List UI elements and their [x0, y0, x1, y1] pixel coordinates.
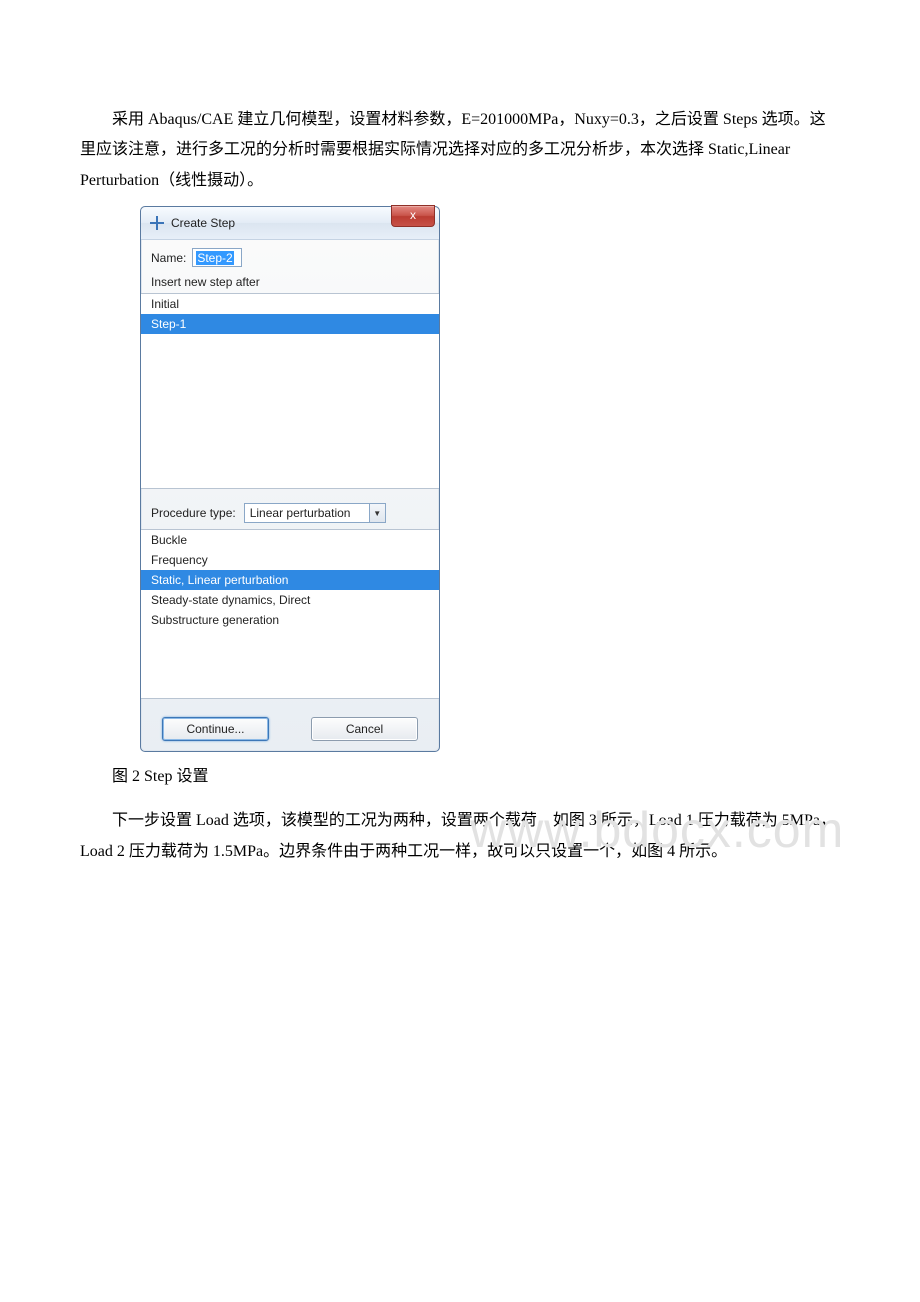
document-page: 采用 Abaqus/CAE 建立几何模型，设置材料参数，E=201000MPa，…	[0, 0, 920, 917]
paragraph-1: 采用 Abaqus/CAE 建立几何模型，设置材料参数，E=201000MPa，…	[80, 105, 840, 196]
chevron-down-icon: ▼	[369, 504, 385, 522]
figure-2-caption: 图 2 Step 设置	[80, 762, 840, 786]
list-item[interactable]: Substructure generation	[141, 610, 439, 630]
list-item[interactable]: Steady-state dynamics, Direct	[141, 590, 439, 610]
list-item[interactable]: Frequency	[141, 550, 439, 570]
dialog-body: Name: Step-2 Insert new step after Initi…	[141, 240, 439, 709]
procedure-type-combobox[interactable]: Linear perturbation ▼	[244, 503, 386, 523]
dialog-title: Create Step	[171, 216, 235, 230]
dialog-button-row: Continue... Cancel	[141, 709, 439, 751]
create-step-dialog: Create Step x Name: Step-2 Insert new st…	[140, 206, 440, 752]
close-icon: x	[410, 208, 416, 222]
procedure-type-label: Procedure type:	[151, 506, 236, 520]
name-row: Name: Step-2	[151, 248, 429, 267]
close-button[interactable]: x	[391, 205, 435, 227]
procedure-type-value: Linear perturbation	[245, 506, 369, 520]
list-item[interactable]: Buckle	[141, 530, 439, 550]
list-item[interactable]: Static, Linear perturbation	[141, 570, 439, 590]
paragraph-2: 下一步设置 Load 选项，该模型的工况为两种，设置两个载荷，如图 3 所示，L…	[80, 806, 840, 867]
procedure-listbox[interactable]: Buckle Frequency Static, Linear perturba…	[141, 529, 439, 699]
step-dialog-icon	[149, 215, 165, 231]
procedure-row: Procedure type: Linear perturbation ▼	[151, 495, 429, 529]
name-input[interactable]: Step-2	[192, 248, 242, 267]
list-item[interactable]: Initial	[141, 294, 439, 314]
insert-after-label: Insert new step after	[151, 275, 429, 289]
cancel-button[interactable]: Cancel	[311, 717, 418, 741]
list-item[interactable]: Step-1	[141, 314, 439, 334]
name-label: Name:	[151, 251, 186, 265]
name-input-value: Step-2	[196, 251, 233, 265]
steps-listbox[interactable]: Initial Step-1	[141, 293, 439, 489]
continue-button[interactable]: Continue...	[162, 717, 269, 741]
dialog-titlebar: Create Step x	[141, 207, 439, 240]
figure-2: www.bdocx.com Create Step x Name:	[140, 206, 840, 752]
